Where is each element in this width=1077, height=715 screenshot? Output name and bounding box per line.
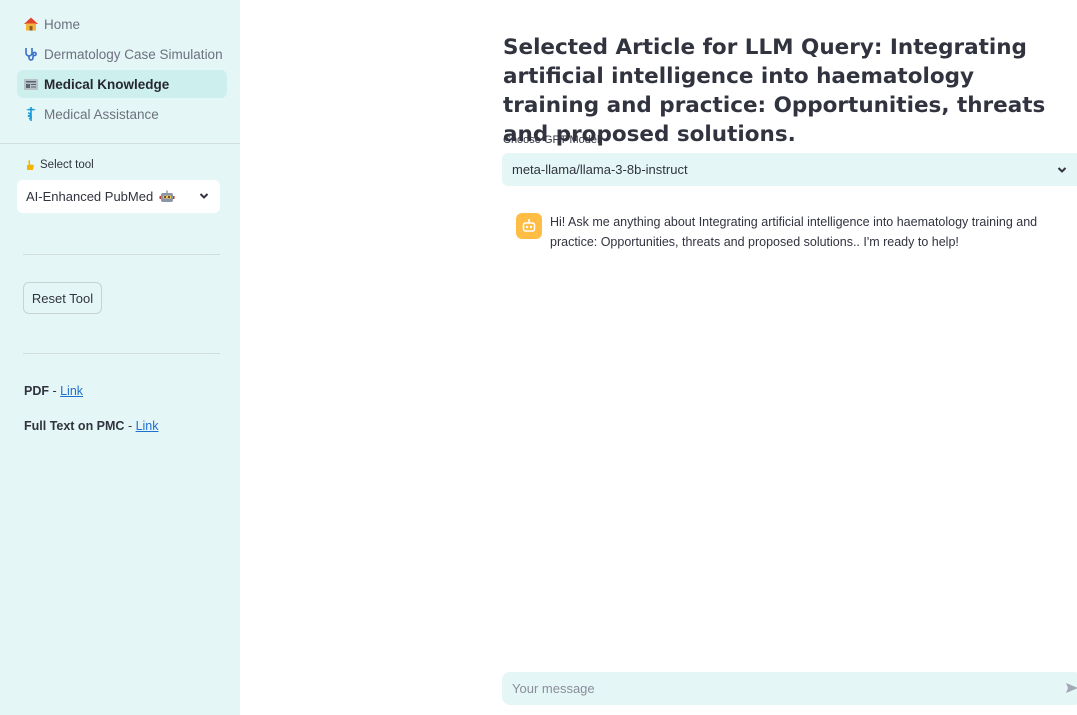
nav-label-medical-assistance: Medical Assistance [44, 106, 159, 122]
nav-item-medical-knowledge[interactable]: Medical Knowledge [17, 70, 227, 98]
send-icon[interactable] [1065, 681, 1077, 700]
nav-divider [0, 143, 240, 144]
reset-divider [23, 353, 220, 354]
pdf-label: PDF [24, 384, 49, 398]
model-select[interactable]: meta-llama/llama-3-8b-instruct [502, 153, 1077, 186]
pdf-link-line: PDF - Link [24, 384, 83, 398]
pointing-hand-icon [24, 159, 36, 171]
pmc-separator: - [124, 419, 136, 433]
nav-label-dermatology-case-simulation: Dermatology Case Simulation [44, 46, 223, 62]
chevron-down-icon [198, 190, 210, 205]
nav-label-medical-knowledge: Medical Knowledge [44, 76, 170, 92]
house-icon [23, 16, 39, 32]
pdf-separator: - [49, 384, 61, 398]
nav-item-medical-assistance[interactable]: Medical Assistance [17, 100, 227, 128]
bot-icon [516, 213, 542, 239]
assistant-message-text: Hi! Ask me anything about Integrating ar… [550, 215, 1038, 249]
tool-select-value: AI-Enhanced PubMed [26, 189, 154, 204]
reset-tool-button[interactable]: Reset Tool [23, 282, 102, 314]
chat-input[interactable] [510, 680, 1054, 697]
select-tool-label: Select tool [24, 159, 94, 171]
pdf-link[interactable]: Link [60, 384, 83, 398]
newspaper-icon [23, 76, 39, 92]
tool-divider [23, 254, 220, 255]
pmc-link[interactable]: Link [136, 419, 159, 433]
assistant-message: Hi! Ask me anything about Integrating ar… [516, 212, 1056, 252]
stethoscope-icon [23, 46, 39, 62]
sidebar: Home Dermatology Case Simulation Medical… [0, 0, 240, 715]
tool-select[interactable]: AI-Enhanced PubMed [17, 180, 220, 213]
nav-item-dermatology-case-simulation[interactable]: Dermatology Case Simulation [17, 40, 227, 68]
chat-input-bar [502, 672, 1077, 705]
sidebar-nav: Home Dermatology Case Simulation Medical… [17, 10, 227, 130]
nav-item-home[interactable]: Home [17, 10, 227, 38]
robot-icon [159, 190, 175, 204]
pmc-link-line: Full Text on PMC - Link [24, 419, 159, 433]
pmc-label: Full Text on PMC [24, 419, 125, 433]
chevron-down-icon [1056, 164, 1068, 179]
caduceus-icon [23, 106, 39, 122]
select-tool-label-text: Select tool [40, 159, 94, 171]
model-select-label: Choose GPT Model [503, 134, 600, 146]
page-title: Selected Article for LLM Query: Integrat… [503, 35, 1046, 147]
nav-label-home: Home [44, 16, 81, 32]
model-select-value: meta-llama/llama-3-8b-instruct [512, 162, 688, 177]
